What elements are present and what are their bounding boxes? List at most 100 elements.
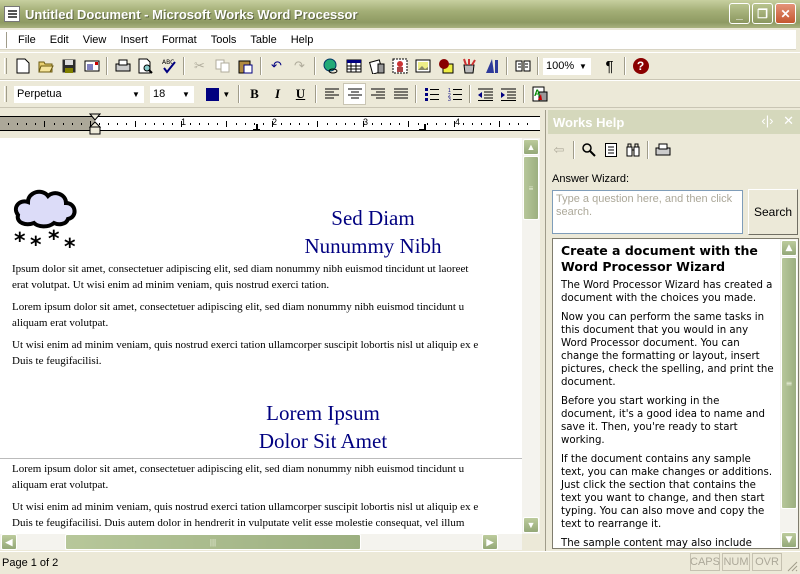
- document-vertical-scrollbar[interactable]: ▲ ≡ ▼: [522, 138, 540, 534]
- paint-button[interactable]: [457, 55, 480, 77]
- font-size-dropdown[interactable]: 18 ▼: [149, 84, 195, 104]
- align-center-button[interactable]: [343, 83, 366, 105]
- clip-art-button[interactable]: [388, 55, 411, 77]
- document-horizontal-scrollbar[interactable]: ◀ ||| ▶: [0, 534, 522, 550]
- italic-button[interactable]: I: [266, 83, 289, 105]
- ruler-tick: [8, 123, 9, 125]
- menu-format[interactable]: Format: [155, 34, 204, 46]
- italic-icon: I: [274, 86, 281, 101]
- toolbar-grip[interactable]: [4, 31, 7, 48]
- align-left-button[interactable]: [320, 83, 343, 105]
- document-area[interactable]: * * * * Sed Diam Nunummy Nibh Ipsum dolor s…: [0, 138, 522, 534]
- scroll-thumb[interactable]: ≡: [781, 257, 797, 509]
- help-search-button[interactable]: [578, 139, 600, 161]
- increase-indent-button[interactable]: [497, 83, 520, 105]
- scroll-up-button[interactable]: ▲: [781, 240, 797, 256]
- numbering-button[interactable]: 123: [443, 83, 466, 105]
- indent-marker[interactable]: [89, 113, 101, 135]
- picture-button[interactable]: [411, 55, 434, 77]
- menu-tools[interactable]: Tools: [204, 34, 244, 46]
- menu-insert[interactable]: Insert: [113, 34, 155, 46]
- paste-icon: [238, 60, 252, 74]
- align-right-button[interactable]: [366, 83, 389, 105]
- save-button[interactable]: [57, 55, 80, 77]
- ruler-tick: [281, 123, 282, 125]
- justify-button[interactable]: [389, 83, 412, 105]
- redo-button[interactable]: ↷: [288, 55, 311, 77]
- paragraph-line: Ipsum dolor sit amet, consectetuer adipi…: [12, 263, 469, 275]
- thesaurus-button[interactable]: [511, 55, 534, 77]
- menu-view[interactable]: View: [76, 34, 114, 46]
- cut-button[interactable]: ✂: [188, 55, 211, 77]
- ovr-indicator: OVR: [752, 553, 782, 571]
- tab-stop-marker[interactable]: [419, 124, 427, 132]
- insert-table-button[interactable]: [342, 55, 365, 77]
- restore-button[interactable]: ❐: [752, 3, 773, 24]
- font-name-dropdown[interactable]: Perpetua ▼: [13, 84, 145, 104]
- decrease-indent-button[interactable]: [474, 83, 497, 105]
- spelling-button[interactable]: ABC: [157, 55, 180, 77]
- toolbar-grip[interactable]: [4, 86, 7, 102]
- menu-edit[interactable]: Edit: [43, 34, 76, 46]
- hyperlink-button[interactable]: [319, 55, 342, 77]
- copy-button[interactable]: [211, 55, 234, 77]
- help-index-button[interactable]: [622, 139, 644, 161]
- show-all-button[interactable]: ¶: [598, 55, 621, 77]
- paragraph-line: aliquam erat volutpat.: [12, 479, 109, 491]
- ruler-tick: [208, 123, 210, 125]
- save-icon: [62, 59, 75, 73]
- resize-pane-icon[interactable]: ‹|›: [761, 113, 773, 128]
- menu-help[interactable]: Help: [284, 34, 321, 46]
- decrease-indent-icon: [478, 88, 493, 101]
- scroll-right-button[interactable]: ▶: [482, 534, 498, 550]
- print-button[interactable]: [111, 55, 134, 77]
- back-arrow-icon: ⇦: [553, 142, 565, 157]
- ruler-tick: [135, 121, 137, 127]
- help-vertical-scrollbar[interactable]: ▲ ≡ ▼: [780, 239, 798, 548]
- bold-button[interactable]: B: [243, 83, 266, 105]
- scroll-down-button[interactable]: ▼: [781, 532, 797, 548]
- print-preview-button[interactable]: [134, 55, 157, 77]
- help-contents-button[interactable]: [600, 139, 622, 161]
- ruler-tick: [244, 123, 246, 125]
- tab-stop-marker[interactable]: [253, 124, 261, 132]
- drawing-button[interactable]: [434, 55, 457, 77]
- open-button[interactable]: [34, 55, 57, 77]
- new-button[interactable]: [11, 55, 34, 77]
- menu-file[interactable]: File: [11, 34, 43, 46]
- paragraph-line: erat volutpat. Ut wisi enim ad minim ven…: [12, 279, 330, 291]
- undo-button[interactable]: ↶: [265, 55, 288, 77]
- paste-button[interactable]: [234, 55, 257, 77]
- font-color-dropdown[interactable]: ▼: [201, 84, 235, 104]
- minimize-button[interactable]: _: [729, 3, 750, 24]
- search-button[interactable]: Search: [748, 189, 798, 235]
- help-print-button[interactable]: [652, 139, 674, 161]
- scroll-left-button[interactable]: ◀: [1, 534, 17, 550]
- email-button[interactable]: [80, 55, 103, 77]
- ruler-tick: [290, 123, 292, 125]
- bullets-button[interactable]: [420, 83, 443, 105]
- wordart-button[interactable]: [480, 55, 503, 77]
- scroll-thumb[interactable]: |||: [65, 534, 361, 550]
- works-help-pane: Works Help ‹|› ✕ ⇦ Answer Wizard: Type a…: [545, 110, 800, 551]
- scroll-thumb[interactable]: ≡: [523, 156, 539, 220]
- ruler[interactable]: 1 2 3 4: [0, 111, 540, 135]
- menu-table[interactable]: Table: [243, 34, 283, 46]
- underline-button[interactable]: U: [289, 83, 312, 105]
- help-pane-header: Works Help ‹|› ✕: [548, 110, 800, 134]
- scroll-down-button[interactable]: ▼: [523, 517, 539, 533]
- resize-grip-icon[interactable]: [786, 560, 798, 572]
- help-button[interactable]: ?: [629, 55, 652, 77]
- zoom-dropdown[interactable]: 100% ▼: [542, 56, 592, 76]
- scroll-up-button[interactable]: ▲: [523, 139, 539, 155]
- toolbar-grip[interactable]: [4, 58, 7, 74]
- format-gallery-button[interactable]: A: [528, 83, 551, 105]
- page-indicator: Page 1 of 2: [2, 557, 59, 569]
- answer-wizard-input[interactable]: Type a question here, and then click sea…: [552, 190, 743, 234]
- thesaurus-icon: [515, 60, 530, 72]
- insert-spreadsheet-button[interactable]: [365, 55, 388, 77]
- close-button[interactable]: ✕: [775, 3, 796, 24]
- close-pane-icon[interactable]: ✕: [783, 113, 794, 128]
- back-button[interactable]: ⇦: [548, 139, 570, 161]
- open-icon: [37, 61, 54, 73]
